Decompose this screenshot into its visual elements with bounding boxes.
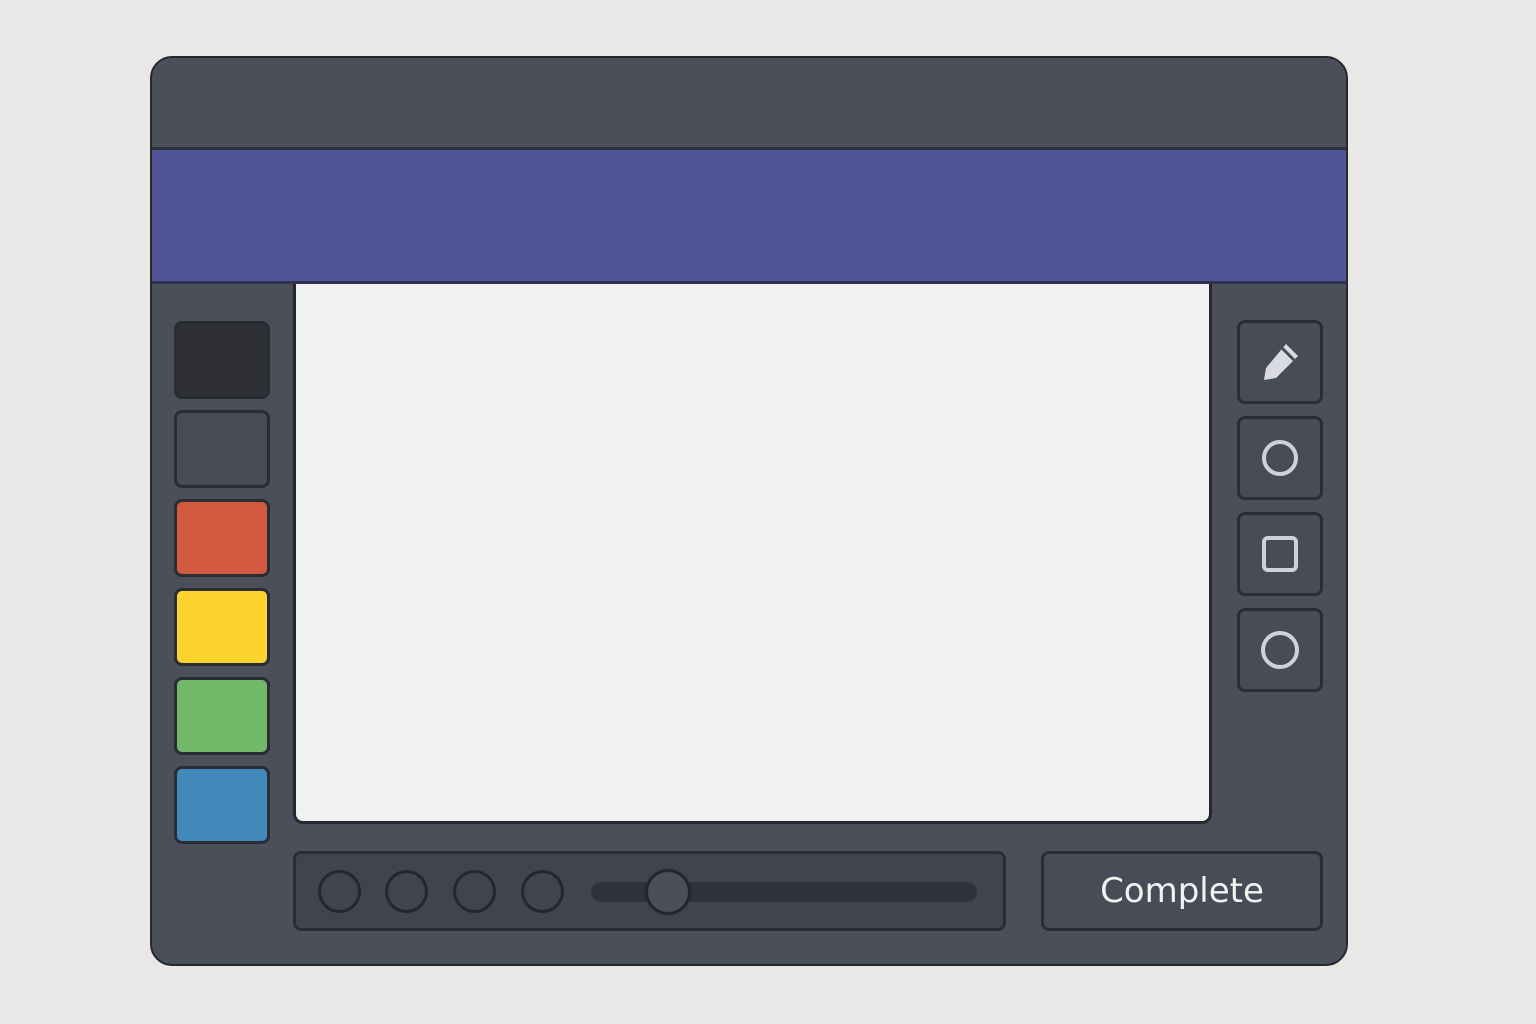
- pencil-tool-button[interactable]: [1237, 320, 1323, 404]
- color-swatch-dark-gray[interactable]: [174, 410, 270, 488]
- brush-controls-bar: [293, 851, 1006, 931]
- drawing-canvas[interactable]: [293, 284, 1212, 824]
- color-swatch-yellow[interactable]: [174, 588, 270, 666]
- brush-preset-button[interactable]: [521, 870, 564, 913]
- square-icon: [1258, 532, 1302, 576]
- header-banner: [152, 150, 1346, 284]
- color-swatch-black[interactable]: [174, 321, 270, 399]
- square-tool-button[interactable]: [1237, 512, 1323, 596]
- brush-size-slider[interactable]: [591, 869, 977, 915]
- tool-panel: [1237, 320, 1323, 704]
- color-swatch-blue[interactable]: [174, 766, 270, 844]
- brush-preset-button[interactable]: [385, 870, 428, 913]
- title-bar: [152, 58, 1346, 150]
- circle-icon: [1258, 436, 1302, 480]
- circle-tool-button[interactable]: [1237, 416, 1323, 500]
- drawing-app-window: Complete: [150, 56, 1348, 966]
- complete-button[interactable]: Complete: [1041, 851, 1323, 931]
- circle-icon: [1258, 628, 1302, 672]
- brush-preset-button[interactable]: [453, 870, 496, 913]
- color-swatch-red[interactable]: [174, 499, 270, 577]
- pencil-icon: [1258, 340, 1302, 384]
- brush-preset-button[interactable]: [318, 870, 361, 913]
- ellipse-tool-button[interactable]: [1237, 608, 1323, 692]
- color-palette: [174, 321, 270, 855]
- color-swatch-green[interactable]: [174, 677, 270, 755]
- slider-thumb[interactable]: [645, 869, 692, 915]
